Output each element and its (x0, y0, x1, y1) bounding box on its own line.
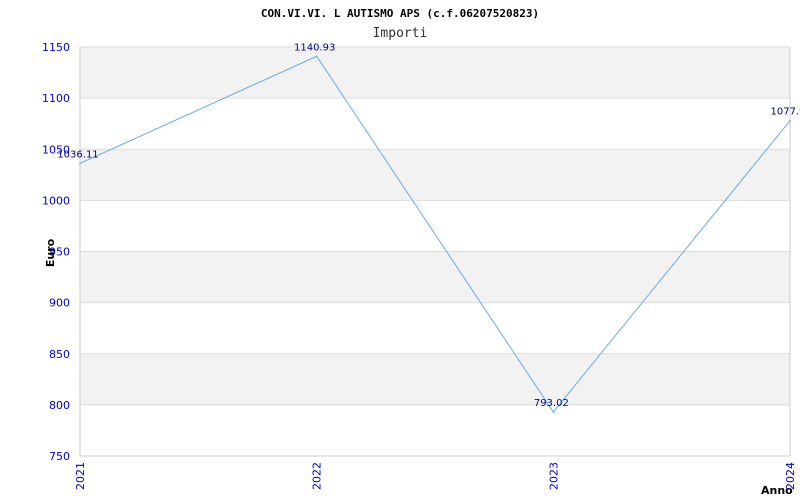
y-tick-1000: 1000 (42, 194, 70, 207)
chart-subtitle: Importi (373, 26, 428, 41)
band-1050 (80, 98, 790, 150)
x-axis-label: Anno (761, 484, 793, 497)
x-tick-2023: 2023 (547, 462, 560, 490)
line-chart: 7508008509009501000105011001150 2021 2022… (42, 7, 800, 497)
band-800 (80, 353, 790, 405)
y-tick-1100: 1100 (42, 92, 70, 105)
data-point-2024 (789, 119, 791, 122)
y-tick-750: 750 (49, 450, 70, 463)
band-750 (80, 404, 790, 456)
y-axis-label: Euro (44, 238, 57, 267)
data-label-2024: 1077.9 (771, 107, 800, 118)
band-950 (80, 200, 790, 252)
data-point-2022 (315, 55, 318, 58)
y-tick-1150: 1150 (42, 41, 70, 54)
chart-title: CON.VI.VI. L AUTISMO APS (c.f.0620752082… (261, 7, 539, 20)
band-1100 (80, 47, 790, 99)
data-label-2021: 1036.11 (57, 149, 98, 160)
data-point-2023 (552, 411, 555, 413)
x-tick-2022: 2022 (311, 462, 324, 490)
band-850 (80, 302, 790, 354)
data-label-2022: 1140.93 (294, 42, 335, 53)
x-tick-labels: 2021 2022 2023 2024 (74, 462, 797, 490)
y-tick-800: 800 (49, 399, 70, 412)
x-tick-2021: 2021 (74, 462, 87, 490)
band-900 (80, 251, 790, 303)
y-tick-900: 900 (49, 297, 70, 310)
band-1000 (80, 149, 790, 201)
y-tick-850: 850 (49, 348, 70, 361)
data-point-2021 (79, 162, 81, 165)
data-label-2023: 793.02 (534, 398, 569, 409)
